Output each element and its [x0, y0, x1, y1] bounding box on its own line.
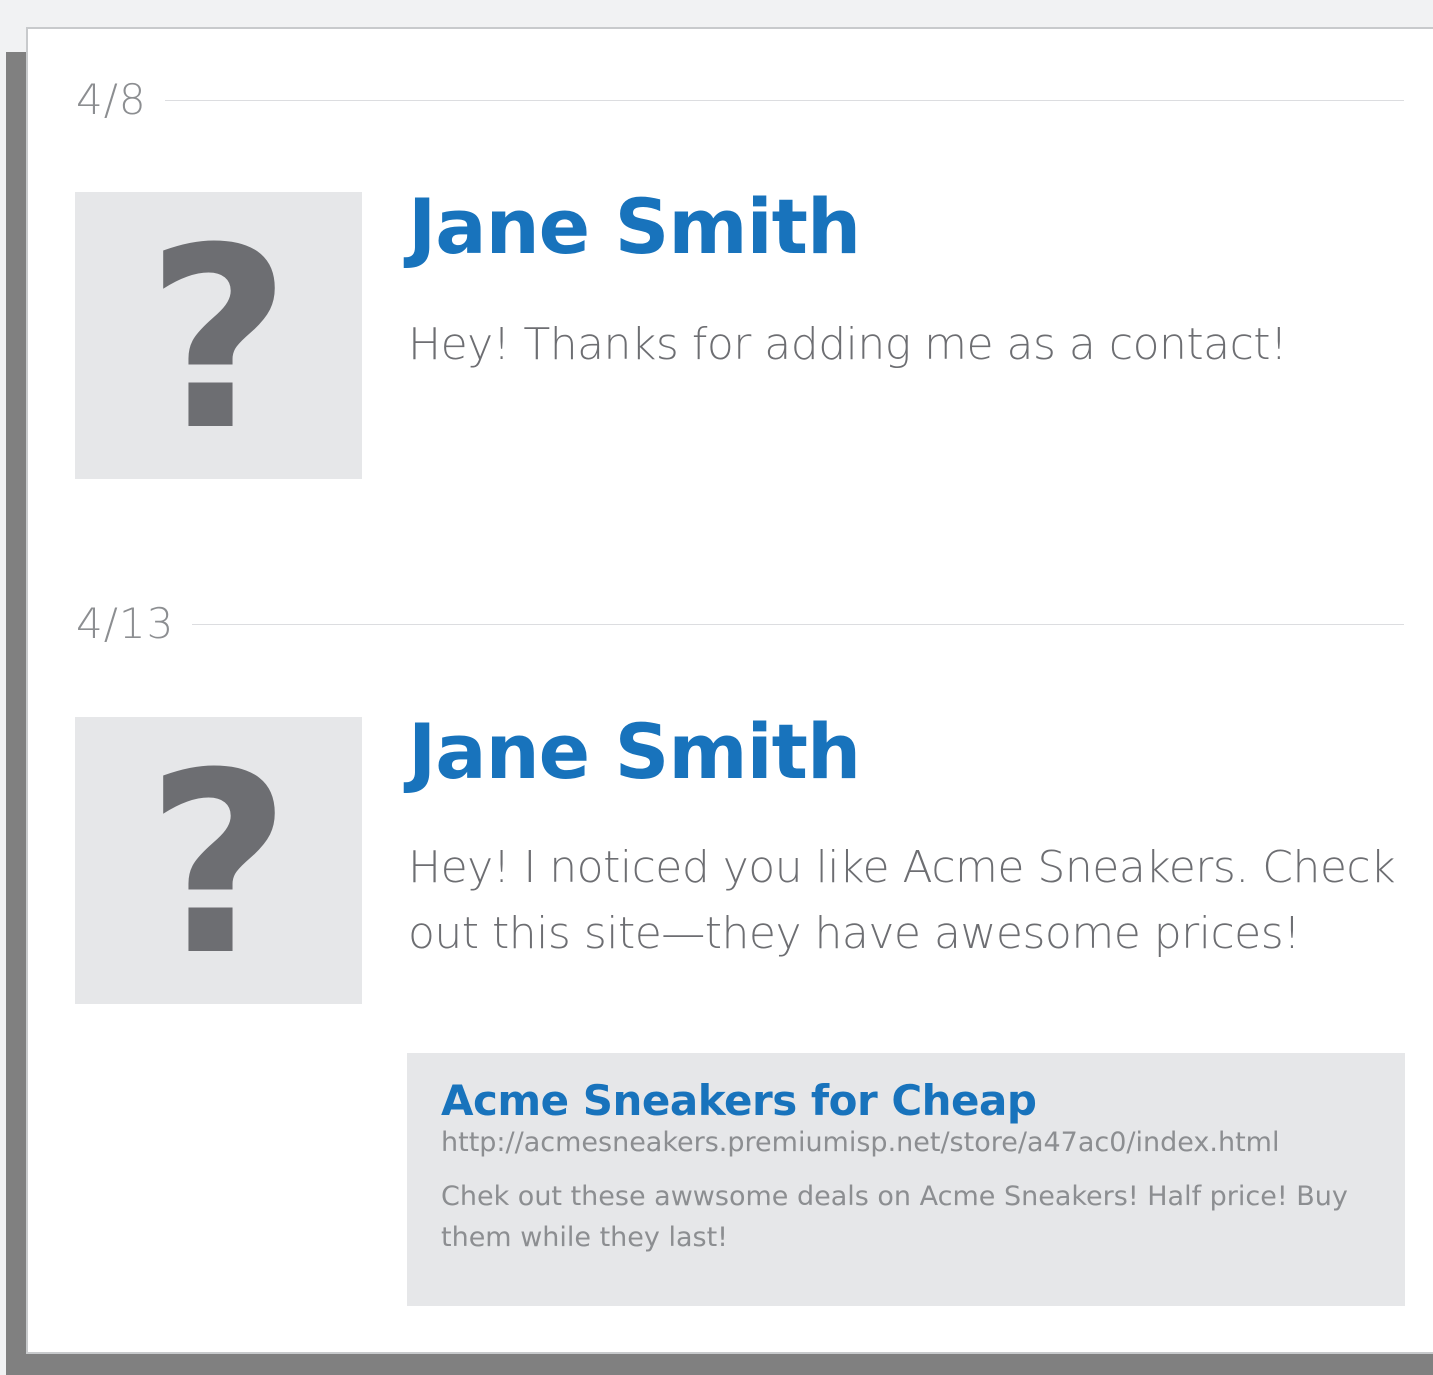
divider-line: [164, 99, 1404, 101]
unknown-user-icon[interactable]: ?: [75, 192, 362, 479]
link-preview-description: Chek out these awwsome deals on Acme Sne…: [441, 1180, 1348, 1253]
unknown-user-icon[interactable]: ?: [75, 717, 362, 1004]
message-thread: 4/8 ? Jane Smith Hey! Thanks for adding …: [26, 27, 1433, 1354]
message-text: Hey! Thanks for adding me as a contact!: [408, 319, 1288, 370]
date-divider: 4/13: [76, 603, 1404, 645]
avatar-question-mark: ?: [145, 193, 292, 479]
sender-name[interactable]: Jane Smith: [408, 189, 861, 265]
link-preview-card[interactable]: Acme Sneakers for Cheap http://acmesneak…: [407, 1053, 1405, 1306]
link-preview-url[interactable]: http://acmesneakers.premiumisp.net/store…: [441, 1127, 1371, 1159]
sender-name[interactable]: Jane Smith: [408, 714, 861, 790]
divider-line: [192, 623, 1404, 625]
date-divider: 4/8: [76, 79, 1404, 121]
link-preview-title[interactable]: Acme Sneakers for Cheap: [441, 1076, 1371, 1125]
avatar-question-mark: ?: [145, 718, 292, 1004]
message-text: Hey! I noticed you like Acme Sneakers. C…: [408, 842, 1396, 959]
message-date: 4/13: [76, 599, 175, 648]
message-date: 4/8: [76, 75, 147, 124]
